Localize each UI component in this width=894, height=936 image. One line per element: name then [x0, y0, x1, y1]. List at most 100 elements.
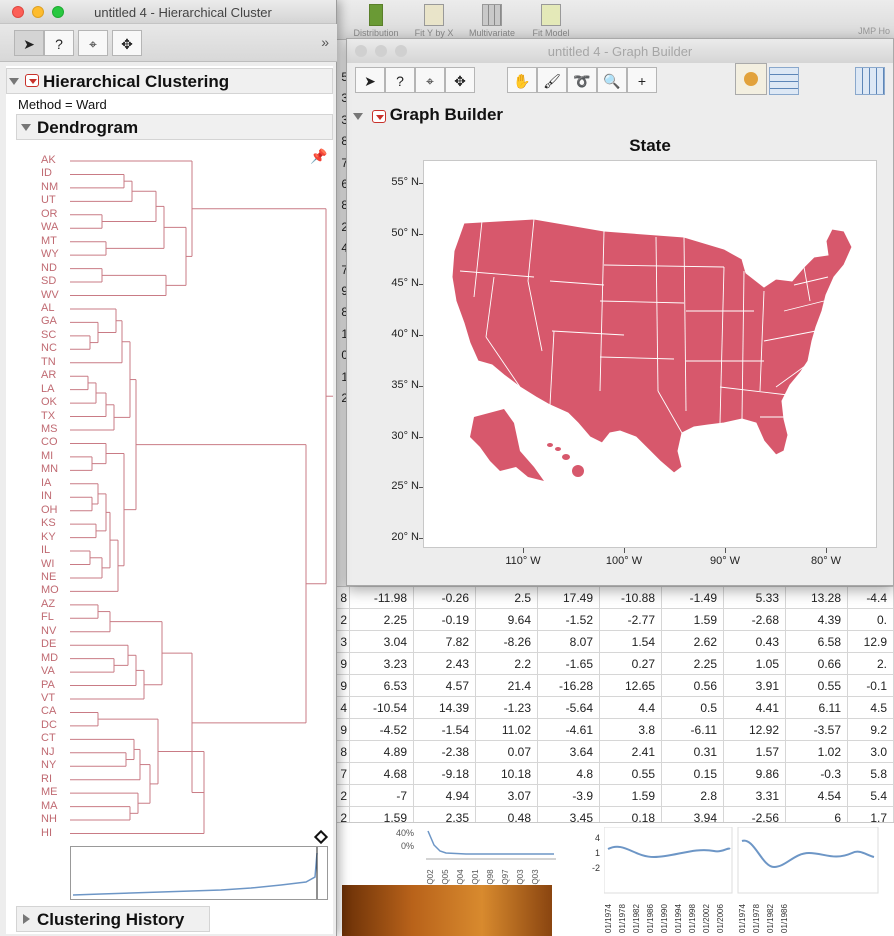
table-cell[interactable]: 1.02: [786, 741, 848, 763]
table-cell[interactable]: -1.54: [414, 719, 476, 741]
table-cell[interactable]: -6.11: [662, 719, 724, 741]
table-cell[interactable]: 3.91: [724, 675, 786, 697]
table-cell[interactable]: 2.43: [414, 653, 476, 675]
table-cell[interactable]: 4.57: [414, 675, 476, 697]
move-tool-button[interactable]: ✥: [445, 67, 475, 93]
lasso-tool-button[interactable]: ➰: [567, 67, 597, 93]
arrow-tool-button[interactable]: ➤: [14, 30, 44, 56]
table-cell[interactable]: -9.18: [414, 763, 476, 785]
table-cell[interactable]: 4.5: [848, 697, 894, 719]
map-plot-area[interactable]: [423, 160, 877, 548]
table-row[interactable]: 3 3.04 7.82 -8.26 8.07 1.54 2.62 0.43 6.58 12.9: [334, 631, 894, 653]
table-cell[interactable]: 3.0: [848, 741, 894, 763]
table-cell[interactable]: -5.64: [538, 697, 600, 719]
table-cell[interactable]: 4.68: [350, 763, 414, 785]
brush-tool-button[interactable]: 🖌: [537, 67, 567, 93]
table-cell[interactable]: -10.88: [600, 587, 662, 609]
table-cell[interactable]: 11.02: [476, 719, 538, 741]
table-cell[interactable]: 6.11: [786, 697, 848, 719]
distribution-button[interactable]: Distribution: [346, 4, 406, 38]
table-cell[interactable]: 4.94: [414, 785, 476, 807]
close-button[interactable]: [12, 6, 24, 18]
table-cell[interactable]: 8.07: [538, 631, 600, 653]
table-cell[interactable]: -11.98: [350, 587, 414, 609]
help-tool-button[interactable]: ?: [385, 67, 415, 93]
table-cell[interactable]: 0.31: [662, 741, 724, 763]
table-cell[interactable]: 17.49: [538, 587, 600, 609]
graph-builder-run-button[interactable]: [735, 63, 767, 95]
table-cell[interactable]: -1.52: [538, 609, 600, 631]
table-cell[interactable]: -7: [350, 785, 414, 807]
table-cell[interactable]: -1.49: [662, 587, 724, 609]
table-cell[interactable]: 4.89: [350, 741, 414, 763]
zoom-tool-button[interactable]: 🔍: [597, 67, 627, 93]
table-cell[interactable]: 6.53: [350, 675, 414, 697]
table-cell[interactable]: 3.04: [350, 631, 414, 653]
us-state-map[interactable]: [424, 161, 876, 547]
scaler-tool-button[interactable]: +: [627, 67, 657, 93]
table-cell[interactable]: 12.65: [600, 675, 662, 697]
toolbar-overflow-chevron-icon[interactable]: »: [321, 34, 329, 50]
table-cell[interactable]: 5.4: [848, 785, 894, 807]
table-cell[interactable]: 6.58: [786, 631, 848, 653]
table-cell[interactable]: 9.2: [848, 719, 894, 741]
table-cell[interactable]: -4.61: [538, 719, 600, 741]
help-tool-button[interactable]: ?: [44, 30, 74, 56]
move-tool-button[interactable]: ✥: [112, 30, 142, 56]
table-cell[interactable]: -3.57: [786, 719, 848, 741]
table-cell[interactable]: 0.5: [662, 697, 724, 719]
table-cell[interactable]: 3.07: [476, 785, 538, 807]
table-cell[interactable]: 4.41: [724, 697, 786, 719]
scree-plot[interactable]: [70, 846, 328, 900]
table-cell[interactable]: -10.54: [350, 697, 414, 719]
table-cell[interactable]: 1.57: [724, 741, 786, 763]
table-cell[interactable]: -16.28: [538, 675, 600, 697]
crosshair-tool-button[interactable]: ⌖: [78, 30, 108, 56]
table-cell[interactable]: 9.64: [476, 609, 538, 631]
table-cell[interactable]: 12.9: [848, 631, 894, 653]
table-cell[interactable]: 10.18: [476, 763, 538, 785]
table-cell[interactable]: 2.: [848, 653, 894, 675]
table-cell[interactable]: 4.4: [600, 697, 662, 719]
table-row[interactable]: 9 3.23 2.43 2.2 -1.65 0.27 2.25 1.05 0.66 2.: [334, 653, 894, 675]
table-cell[interactable]: 0.55: [786, 675, 848, 697]
arrow-tool-button[interactable]: ➤: [355, 67, 385, 93]
table-cell[interactable]: 2.25: [350, 609, 414, 631]
table-cell[interactable]: -2.77: [600, 609, 662, 631]
table-cell[interactable]: 3.23: [350, 653, 414, 675]
graph-builder-titlebar[interactable]: untitled 4 - Graph Builder: [347, 39, 893, 63]
table-cell[interactable]: 1.05: [724, 653, 786, 675]
table-cell[interactable]: 5.8: [848, 763, 894, 785]
table-cell[interactable]: 3.64: [538, 741, 600, 763]
hand-tool-button[interactable]: ✋: [507, 67, 537, 93]
table-cell[interactable]: 7.82: [414, 631, 476, 653]
data-table-button[interactable]: [769, 67, 799, 95]
table-cell[interactable]: 0.15: [662, 763, 724, 785]
table-cell[interactable]: 0.66: [786, 653, 848, 675]
table-cell[interactable]: 1.59: [600, 785, 662, 807]
dendrogram-chart[interactable]: [6, 66, 333, 866]
fit-y-by-x-button[interactable]: Fit Y by X: [408, 4, 460, 38]
table-cell[interactable]: -4.52: [350, 719, 414, 741]
table-cell[interactable]: -3.9: [538, 785, 600, 807]
table-cell[interactable]: 2.41: [600, 741, 662, 763]
table-row[interactable]: 2 -7 4.94 3.07 -3.9 1.59 2.8 3.31 4.54 5.4: [334, 785, 894, 807]
table-cell[interactable]: 1.54: [600, 631, 662, 653]
table-cell[interactable]: -1.23: [476, 697, 538, 719]
fit-model-button[interactable]: Fit Model: [526, 4, 576, 38]
table-cell[interactable]: 12.92: [724, 719, 786, 741]
table-cell[interactable]: 2.8: [662, 785, 724, 807]
table-row[interactable]: 9 -4.52 -1.54 11.02 -4.61 3.8 -6.11 12.92 -3.57 9…: [334, 719, 894, 741]
table-row[interactable]: 2 2.25 -0.19 9.64 -1.52 -2.77 1.59 -2.68 4.39 0.: [334, 609, 894, 631]
table-row[interactable]: 9 6.53 4.57 21.4 -16.28 12.65 0.56 3.91 0.55 -0.1: [334, 675, 894, 697]
table-cell[interactable]: -0.3: [786, 763, 848, 785]
table-row[interactable]: 8 4.89 -2.38 0.07 3.64 2.41 0.31 1.57 1.02 3.0: [334, 741, 894, 763]
table-row[interactable]: 7 4.68 -9.18 10.18 4.8 0.55 0.15 9.86 -0.3 5.8: [334, 763, 894, 785]
table-cell[interactable]: 0.43: [724, 631, 786, 653]
table-cell[interactable]: 0.56: [662, 675, 724, 697]
table-cell[interactable]: -8.26: [476, 631, 538, 653]
table-cell[interactable]: 0.55: [600, 763, 662, 785]
table-cell[interactable]: 14.39: [414, 697, 476, 719]
hierarchical-cluster-titlebar[interactable]: untitled 4 - Hierarchical Cluster: [0, 0, 336, 24]
table-cell[interactable]: -1.65: [538, 653, 600, 675]
